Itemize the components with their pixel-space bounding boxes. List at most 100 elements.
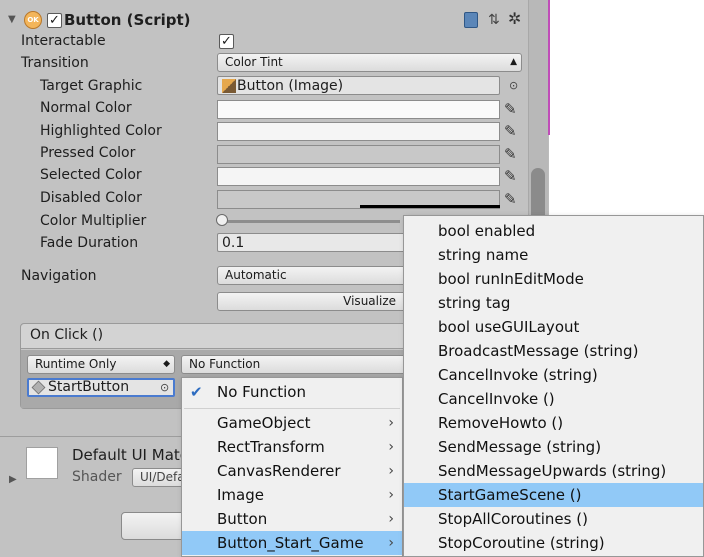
normal-color-label: Normal Color [40, 100, 132, 116]
dropdown-arrow-icon: ▲ [510, 57, 517, 67]
fade-duration-label: Fade Duration [40, 235, 139, 251]
submenu-item-label: SendMessageUpwards (string) [438, 462, 667, 480]
transition-label: Transition [21, 55, 89, 71]
eyedropper-icon[interactable]: ✎ [504, 190, 522, 208]
submenu-item-label: StartGameScene () [438, 486, 582, 504]
menu-item-label: No Function [217, 383, 306, 401]
dropdown-arrow-icon: ◆ [163, 359, 170, 369]
book-icon[interactable] [464, 12, 478, 28]
alpha-bar [360, 205, 500, 208]
menu-item-button[interactable]: Button › [182, 507, 402, 531]
image-icon [222, 79, 236, 93]
shader-label: Shader [72, 469, 122, 485]
chevron-right-icon: › [388, 439, 394, 455]
color-multiplier-label: Color Multiplier [40, 213, 147, 229]
submenu-item-label: BroadcastMessage (string) [438, 342, 639, 360]
menu-item-label: Button_Start_Game [217, 534, 364, 552]
chevron-right-icon: › [388, 463, 394, 479]
menu-item-label: GameObject [217, 414, 311, 432]
pressed-color-swatch[interactable] [217, 145, 500, 164]
submenu-item-label: StopAllCoroutines () [438, 510, 588, 528]
component-enabled-checkbox[interactable]: ✓ [47, 13, 62, 28]
menu-item-label: CanvasRenderer [217, 462, 341, 480]
material-preview [26, 447, 58, 479]
transition-dropdown[interactable]: Color Tint ▲ [217, 53, 522, 72]
visualize-button[interactable]: Visualize [217, 292, 407, 311]
preset-icon[interactable]: ⇅ [488, 12, 500, 28]
submenu-item-label: bool useGUILayout [438, 318, 580, 336]
function-dropdown[interactable]: No Function [181, 355, 407, 374]
eyedropper-icon[interactable]: ✎ [504, 100, 522, 118]
fade-duration-value: 0.1 [222, 235, 245, 251]
submenu-item[interactable]: CancelInvoke (string) [404, 363, 703, 387]
gear-icon[interactable]: ✲ [508, 9, 521, 28]
color-multiplier-slider-track[interactable] [220, 220, 400, 223]
runtime-value: Runtime Only [35, 357, 117, 371]
menu-item-button-start-game[interactable]: Button_Start_Game › [182, 531, 402, 555]
normal-color-swatch[interactable] [217, 100, 500, 119]
submenu-item[interactable]: SendMessage (string) [404, 435, 703, 459]
menu-item-no-function[interactable]: ✔ No Function [182, 380, 402, 404]
submenu-item[interactable]: bool enabled [404, 219, 703, 243]
navigation-dropdown[interactable]: Automatic [217, 266, 407, 285]
submenu-item[interactable]: BroadcastMessage (string) [404, 339, 703, 363]
visualize-label: Visualize [343, 294, 396, 308]
eyedropper-icon[interactable]: ✎ [504, 145, 522, 163]
selection-outline [548, 0, 550, 135]
menu-item-label: RectTransform [217, 438, 325, 456]
menu-item-canvasrenderer[interactable]: CanvasRenderer › [182, 459, 402, 483]
menu-item-image[interactable]: Image › [182, 483, 402, 507]
eyedropper-icon[interactable]: ✎ [504, 167, 522, 185]
object-picker-icon[interactable]: ⊙ [160, 381, 169, 394]
event-target-value: StartButton [48, 379, 130, 395]
chevron-right-icon: › [388, 415, 394, 431]
menu-item-label: Image [217, 486, 264, 504]
highlighted-color-label: Highlighted Color [40, 123, 162, 139]
interactable-checkbox[interactable]: ✓ [219, 34, 234, 49]
checkmark-icon: ✔ [190, 383, 203, 401]
submenu-item-label: SendMessage (string) [438, 438, 602, 456]
function-value: No Function [189, 357, 261, 371]
fade-duration-field[interactable] [217, 233, 407, 252]
submenu-item[interactable]: StopCoroutine (string) [404, 531, 703, 555]
submenu-item[interactable]: bool runInEditMode [404, 267, 703, 291]
chevron-right-icon: › [388, 535, 394, 551]
submenu-item-label: string name [438, 246, 529, 264]
submenu-item-start-game-scene[interactable]: StartGameScene () [404, 483, 703, 507]
submenu-item-label: bool runInEditMode [438, 270, 584, 288]
target-graphic-value: Button (Image) [237, 78, 344, 94]
submenu-item-label: StopCoroutine (string) [438, 534, 605, 552]
submenu-item-label: CancelInvoke (string) [438, 366, 598, 384]
method-submenu: bool enabled string name bool runInEditM… [403, 215, 704, 557]
runtime-dropdown[interactable]: Runtime Only ◆ [27, 355, 175, 374]
function-menu: ✔ No Function GameObject › RectTransform… [181, 377, 403, 557]
submenu-item[interactable]: bool useGUILayout [404, 315, 703, 339]
script-ok-icon: OK [24, 11, 42, 29]
object-picker-icon[interactable]: ⊙ [509, 79, 518, 92]
transition-value: Color Tint [225, 55, 283, 69]
selected-color-label: Selected Color [40, 167, 142, 183]
submenu-item[interactable]: SendMessageUpwards (string) [404, 459, 703, 483]
submenu-item[interactable]: CancelInvoke () [404, 387, 703, 411]
highlighted-color-swatch[interactable] [217, 122, 500, 141]
submenu-item[interactable]: StopAllCoroutines () [404, 507, 703, 531]
selected-color-swatch[interactable] [217, 167, 500, 186]
menu-item-recttransform[interactable]: RectTransform › [182, 435, 402, 459]
interactable-label: Interactable [21, 33, 106, 49]
submenu-item[interactable]: string tag [404, 291, 703, 315]
menu-separator [184, 408, 400, 409]
disabled-color-label: Disabled Color [40, 190, 142, 206]
color-multiplier-slider-handle[interactable] [216, 214, 228, 226]
foldout-arrow-icon[interactable]: ▼ [8, 14, 16, 25]
eyedropper-icon[interactable]: ✎ [504, 122, 522, 140]
menu-item-label: Button [217, 510, 268, 528]
submenu-item-label: CancelInvoke () [438, 390, 555, 408]
submenu-item[interactable]: string name [404, 243, 703, 267]
shader-value: UI/Defa [140, 470, 185, 484]
menu-item-gameobject[interactable]: GameObject › [182, 411, 402, 435]
expand-arrow-icon[interactable]: ▶ [9, 474, 17, 485]
component-title: Button (Script) [64, 11, 191, 29]
submenu-item-label: bool enabled [438, 222, 536, 240]
navigation-label: Navigation [21, 268, 97, 284]
submenu-item[interactable]: RemoveHowto () [404, 411, 703, 435]
